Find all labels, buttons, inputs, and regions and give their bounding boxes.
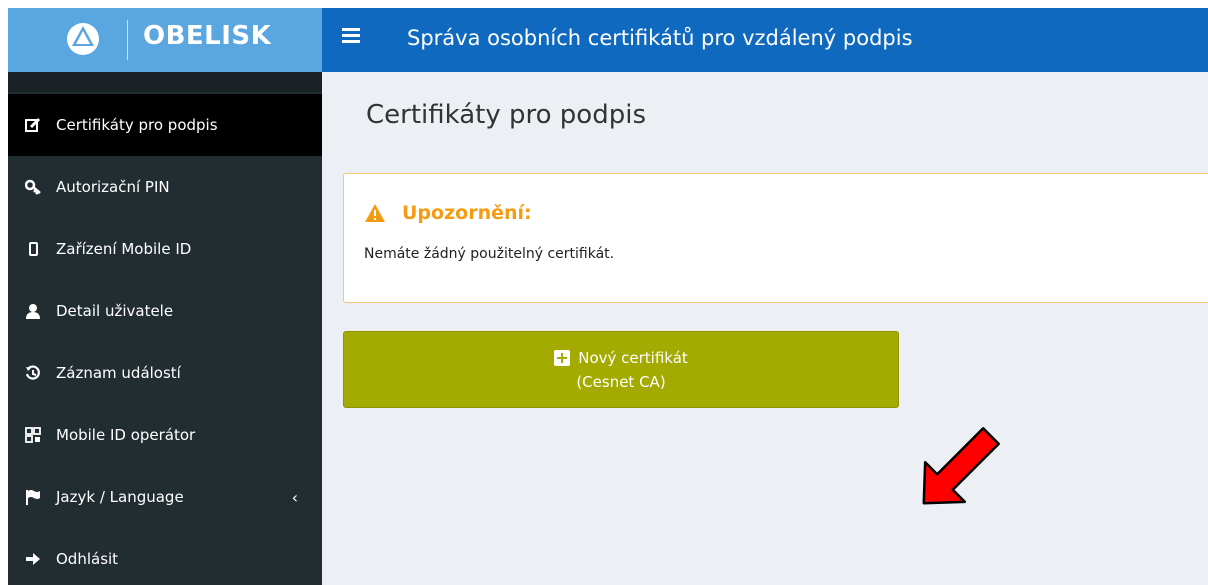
user-icon [24, 303, 42, 319]
warning-icon [365, 204, 385, 222]
page-title: Certifikáty pro podpis [366, 100, 646, 130]
flag-icon [24, 489, 42, 505]
red-arrow-icon [922, 427, 1000, 505]
key-icon [24, 179, 42, 195]
alert-title: Upozornění: [402, 202, 532, 224]
plus-square-icon [554, 349, 571, 366]
chevron-left-icon[interactable]: ‹ [292, 488, 298, 507]
button-label: Nový certifikát [578, 348, 688, 367]
sidebar-item-operator[interactable]: Mobile ID operátor [8, 404, 322, 466]
sidebar-item-user-detail[interactable]: Detail uživatele [8, 280, 322, 342]
sidebar-item-mobile-id[interactable]: Zařízení Mobile ID [8, 218, 322, 280]
sidebar-top-strip [8, 72, 322, 92]
button-sublabel: (Cesnet CA) [576, 372, 666, 391]
sidebar-item-label: Záznam událostí [56, 364, 181, 382]
sidebar: Certifikáty pro podpis Autorizační PIN Z… [8, 72, 322, 585]
sign-out-icon [24, 551, 42, 567]
sidebar-item-pin[interactable]: Autorizační PIN [8, 156, 322, 218]
warning-alert: Upozornění: Nemáte žádný použitelný cert… [343, 173, 1208, 303]
sidebar-item-label: Certifikáty pro podpis [56, 116, 218, 134]
hamburger-icon[interactable] [342, 28, 360, 50]
history-icon [24, 365, 42, 381]
qrcode-icon [24, 427, 42, 443]
main-content: Certifikáty pro podpis Upozornění: Nemát… [322, 72, 1208, 585]
sidebar-item-label: Zařízení Mobile ID [56, 240, 192, 258]
alert-header: Upozornění: [364, 202, 532, 224]
sidebar-item-label: Jazyk / Language [56, 488, 184, 506]
sidebar-item-certificates[interactable]: Certifikáty pro podpis [8, 94, 322, 156]
sidebar-item-label: Odhlásit [56, 550, 119, 568]
obelisk-logo-icon [67, 23, 99, 55]
sidebar-item-label: Detail uživatele [56, 302, 174, 320]
brand-name: OBELISK [143, 21, 272, 51]
brand-divider [127, 20, 128, 60]
brand-logo-area[interactable]: OBELISK [8, 8, 322, 72]
sidebar-item-event-log[interactable]: Záznam událostí [8, 342, 322, 404]
sidebar-item-label: Autorizační PIN [56, 178, 170, 196]
sidebar-item-language[interactable]: Jazyk / Language ‹ [8, 466, 322, 528]
mobile-icon [24, 241, 42, 257]
edit-icon [24, 117, 42, 133]
header-title: Správa osobních certifikátů pro vzdálený… [407, 26, 913, 50]
button-line-1: Nový certifikát [554, 349, 688, 367]
header-bar: Správa osobních certifikátů pro vzdálený… [322, 8, 1208, 72]
new-certificate-button[interactable]: Nový certifikát (Cesnet CA) [343, 331, 899, 408]
alert-message: Nemáte žádný použitelný certifikát. [364, 246, 615, 262]
sidebar-item-logout[interactable]: Odhlásit [8, 528, 322, 585]
sidebar-item-label: Mobile ID operátor [56, 426, 196, 444]
